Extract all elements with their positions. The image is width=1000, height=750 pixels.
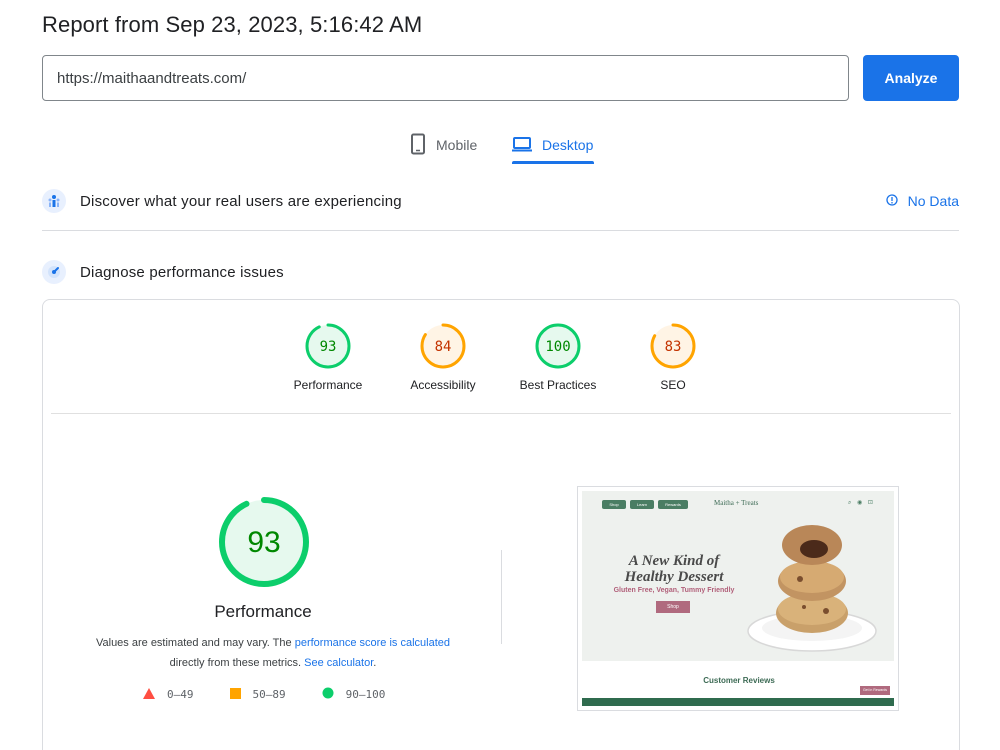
vertical-separator — [501, 550, 502, 644]
gauge-label: Best Practices — [519, 378, 597, 392]
no-data-status[interactable]: No Data — [885, 193, 959, 209]
gauge-ring: 84 — [420, 323, 466, 369]
thumbnail-footer-bar — [582, 698, 894, 706]
thumbnail-headline: A New Kind of Healthy Dessert — [624, 553, 724, 585]
score-legend: 0–49 50–89 90–100 — [143, 687, 421, 702]
active-tab-indicator — [512, 161, 594, 164]
real-users-row: Discover what your real users are experi… — [42, 187, 959, 215]
category-gauges: 93 Performance 84 Accessibility 100 Best… — [43, 300, 959, 414]
performance-big-gauge: 93 — [219, 497, 309, 587]
thumbnail-nav-learn: Learn — [630, 500, 654, 509]
see-calculator-link[interactable]: See calculator — [304, 657, 373, 669]
legend-item: 50–89 — [229, 687, 286, 702]
real-users-text: Discover what your real users are experi… — [80, 192, 402, 210]
gauge-label: Performance — [293, 378, 363, 392]
gauge-label: Accessibility — [410, 378, 476, 392]
legend-item: 90–100 — [322, 687, 386, 702]
cookie-plate-image — [747, 525, 877, 652]
gauge-performance[interactable]: 93 Performance — [273, 322, 383, 392]
gauge-score: 100 — [545, 339, 570, 355]
gauge-best-practices[interactable]: 100 Best Practices — [503, 322, 613, 392]
analyze-button[interactable]: Analyze — [863, 55, 959, 101]
square-icon — [229, 687, 241, 702]
thumbnail-nav-shop: Shop — [602, 500, 626, 509]
gauge-ring: 100 — [535, 323, 581, 369]
triangle-icon — [143, 687, 155, 702]
report-title: Report from Sep 23, 2023, 5:16:42 AM — [42, 12, 423, 37]
no-data-label: No Data — [907, 193, 959, 209]
gauges-divider — [51, 413, 951, 414]
diagnose-text: Diagnose performance issues — [80, 263, 284, 281]
gauge-accessibility[interactable]: 84 Accessibility — [388, 322, 498, 392]
thumbnail-header-icons: ⌕ ◉ ⊡ — [848, 500, 875, 506]
thumbnail-subline: Gluten Free, Vegan, Tummy Friendly — [613, 587, 735, 594]
gauge-score: 84 — [435, 339, 452, 355]
diagnose-row: Diagnose performance issues — [42, 258, 959, 286]
performance-title: Performance — [214, 602, 312, 621]
legend-item: 0–49 — [143, 687, 194, 702]
gauge-seo[interactable]: 83 SEO — [618, 322, 728, 392]
tab-desktop[interactable]: Desktop — [512, 126, 593, 164]
legend-range: 90–100 — [345, 688, 386, 701]
thumbnail-nav-rewards: Rewards — [658, 500, 688, 509]
tab-mobile-label: Mobile — [436, 137, 478, 153]
desc-suffix: . — [373, 657, 377, 669]
performance-big-score: 93 — [247, 526, 280, 559]
thumbnail-reviews-heading: Customer Reviews — [703, 676, 775, 685]
diagnose-icon — [42, 260, 66, 284]
gauge-ring: 93 — [305, 323, 351, 369]
report-panel: 93 Performance 84 Accessibility 100 Best… — [42, 299, 960, 750]
circle-icon — [322, 687, 334, 702]
device-tabs: Mobile Desktop — [0, 126, 1000, 166]
section-divider — [42, 230, 959, 231]
tab-desktop-label: Desktop — [542, 137, 594, 153]
gauge-score: 83 — [665, 339, 682, 355]
page-screenshot-thumbnail[interactable]: Shop Learn Rewards Maitha + Treats ⌕ ◉ ⊡… — [577, 486, 899, 711]
smartphone-icon — [410, 133, 426, 158]
thumbnail-hero: Shop Learn Rewards Maitha + Treats ⌕ ◉ ⊡… — [582, 491, 894, 661]
desc-mid: directly from these metrics. — [169, 657, 305, 669]
gauge-label: SEO — [660, 378, 686, 392]
thumbnail-rewards-tag: Get in Rewards — [860, 686, 890, 695]
thumbnail-brand: Maitha + Treats — [714, 499, 759, 507]
thumbnail-shop-button: Shop — [656, 601, 690, 613]
legend-range: 0–49 — [167, 688, 194, 701]
users-icon — [42, 189, 66, 213]
legend-range: 50–89 — [252, 688, 286, 701]
gauge-ring: 83 — [650, 323, 696, 369]
info-icon — [885, 193, 898, 209]
performance-description: Values are estimated and may vary. The p… — [63, 633, 483, 673]
url-input[interactable] — [42, 55, 849, 101]
gauge-score: 93 — [320, 339, 337, 355]
desc-prefix: Values are estimated and may vary. The — [95, 637, 295, 649]
laptop-icon — [512, 136, 532, 155]
tab-mobile[interactable]: Mobile — [410, 126, 477, 164]
score-calculated-link[interactable]: performance score is calculated — [295, 637, 450, 649]
